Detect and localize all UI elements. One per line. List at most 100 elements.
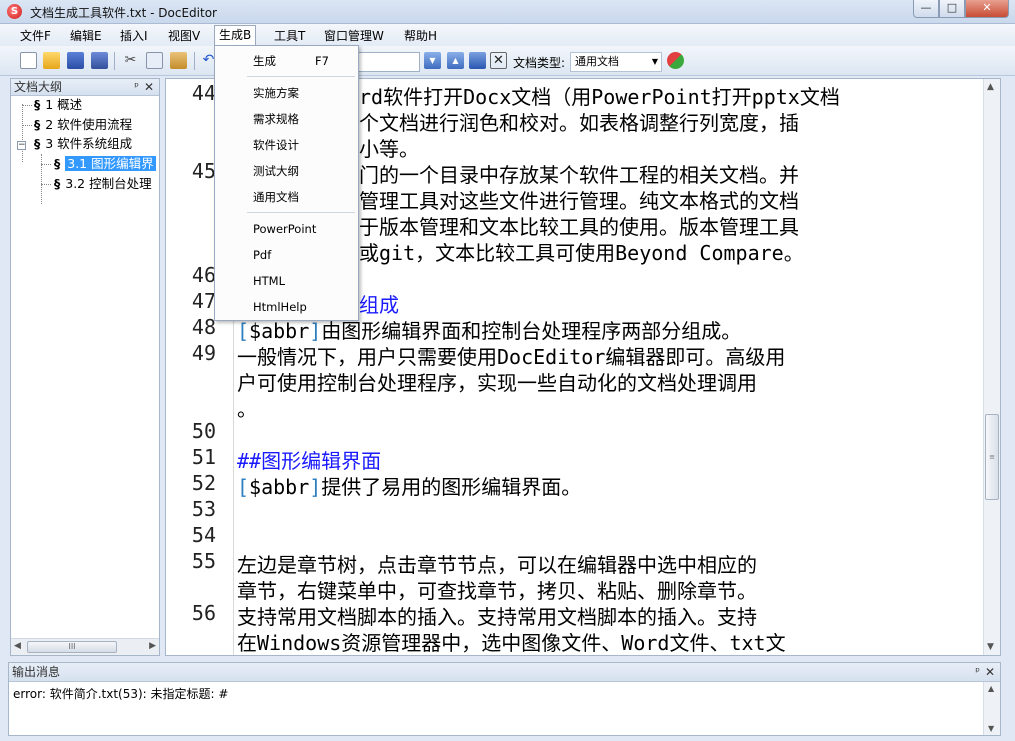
menu-tools[interactable]: 工具T	[270, 27, 309, 45]
scroll-thumb[interactable]: III	[27, 641, 117, 653]
menu-item-generate[interactable]: 生成 F7	[215, 50, 358, 72]
menu-item-general-doc[interactable]: 通用文档	[215, 186, 358, 208]
tree-item[interactable]: § 3 软件系统组成	[34, 135, 132, 153]
editor-vscrollbar[interactable]: ▲ ≡ ▼	[983, 79, 1000, 655]
close-button[interactable]: ✕	[965, 0, 1009, 18]
menu-window[interactable]: 窗口管理W	[320, 27, 388, 45]
save-all-icon[interactable]	[91, 52, 108, 69]
menu-help[interactable]: 帮助H	[400, 27, 441, 45]
editor-line[interactable]: 户可使用控制台处理程序，实现一些自动化的文档处理调用	[237, 367, 757, 396]
editor-line[interactable]: 小等。	[359, 133, 419, 162]
menu-item-test-outline[interactable]: 测试大纲	[215, 160, 358, 182]
edit-icon[interactable]	[469, 52, 486, 69]
refresh-icon[interactable]	[667, 52, 684, 69]
menu-item-pdf[interactable]: Pdf	[215, 244, 358, 266]
line-number: 53	[191, 497, 216, 521]
tree-item[interactable]: § 2 软件使用流程	[34, 116, 132, 134]
abbr-token: $abbr	[249, 475, 310, 499]
minimize-button[interactable]: —	[913, 0, 939, 18]
editor-line[interactable]: 组成	[359, 289, 399, 318]
editor-line[interactable]: 左边是章节树，点击章节节点，可以在编辑器中选中相应的	[237, 549, 757, 578]
editor-line[interactable]: rd软件打开Docx文档（用PowerPoint打开pptx文档	[359, 81, 840, 110]
find-next-icon[interactable]: ▲	[447, 52, 464, 69]
editor-line[interactable]: 一般情况下，用户只需要使用DocEditor编辑器即可。高级用	[237, 341, 785, 370]
editor-line[interactable]: 。	[237, 393, 257, 422]
menu-item-implementation-plan[interactable]: 实施方案	[215, 82, 358, 104]
editor-line[interactable]: 章节，右键菜单中，可查找章节，拷贝、粘贴、删除章节。	[237, 575, 757, 604]
save-icon[interactable]	[67, 52, 84, 69]
scroll-right-icon[interactable]: ▶	[149, 641, 156, 651]
line-number: 55	[191, 549, 216, 573]
outline-title: 文档大纲	[14, 80, 63, 94]
tree-item[interactable]: § 1 概述	[34, 96, 82, 114]
close-icon[interactable]: ✕	[144, 79, 154, 95]
editor-line[interactable]: 于版本管理和文本比较工具的使用。版本管理工具	[359, 211, 799, 240]
editor-line[interactable]: ##图形编辑界面	[237, 445, 381, 474]
section-icon: §	[54, 156, 61, 171]
pin-icon[interactable]: ᵖ	[975, 663, 980, 681]
menu-bar: 文件F 编辑E 插入I 视图V 工具T 窗口管理W 帮助H	[0, 24, 1015, 46]
output-header: 输出消息 ᵖ ✕	[9, 663, 1000, 682]
scroll-up-icon[interactable]: ▲	[988, 684, 994, 693]
menu-item-powerpoint[interactable]: PowerPoint	[215, 218, 358, 240]
clear-icon[interactable]: ✕	[490, 52, 507, 69]
scroll-thumb[interactable]: ≡	[985, 414, 999, 500]
section-icon: §	[34, 136, 41, 151]
editor-line[interactable]: [$abbr]提供了易用的图形编辑界面。	[237, 471, 581, 500]
menu-file[interactable]: 文件F	[16, 27, 55, 45]
editor-line[interactable]: 支持常用文档脚本的插入。支持常用文档脚本的插入。支持	[237, 601, 757, 630]
menu-edit[interactable]: 编辑E	[66, 27, 106, 45]
scroll-down-icon[interactable]: ▼	[987, 642, 994, 652]
scroll-up-icon[interactable]: ▲	[987, 82, 994, 92]
section-icon: §	[34, 117, 41, 132]
scroll-down-icon[interactable]: ▼	[988, 724, 994, 733]
new-file-icon[interactable]	[20, 52, 37, 69]
output-panel: 输出消息 ᵖ ✕ error: 软件简介.txt(53): 未指定标题: # ▲…	[8, 662, 1001, 736]
chevron-down-icon: ▼	[651, 57, 658, 66]
outline-panel: 文档大纲 ᵖ ✕ § 1 概述 § 2 软件使用流程 − § 3 软件系统组成 § 3.…	[10, 78, 160, 656]
paste-icon[interactable]	[170, 52, 187, 69]
toolbar: ✂ ↶ ▼ ▲ ✕	[0, 46, 1015, 76]
menu-insert[interactable]: 插入I	[116, 27, 152, 45]
maximize-button[interactable]: □	[939, 0, 965, 18]
outline-hscrollbar[interactable]: ◀ III ▶	[11, 638, 159, 655]
menu-item-requirements[interactable]: 需求规格	[215, 108, 358, 130]
output-message: error: 软件简介.txt(53): 未指定标题: #	[13, 687, 229, 701]
open-folder-icon[interactable]	[43, 52, 60, 69]
menu-generate[interactable]: 生成B	[214, 25, 257, 46]
tree-item[interactable]: § 3.2 控制台处理	[54, 175, 152, 193]
find-prev-icon[interactable]: ▼	[424, 52, 441, 69]
app-icon: S	[7, 4, 22, 19]
tree-item-selected[interactable]: § 3.1 图形编辑界	[54, 155, 156, 173]
line-number: 49	[191, 341, 216, 365]
editor-line[interactable]: 管理工具对这些文件进行管理。纯文本格式的文档	[359, 185, 799, 214]
editor-line[interactable]: 或git，文本比较工具可使用Beyond Compare。	[359, 237, 804, 266]
generate-menu: 生成 F7 实施方案 需求规格 软件设计 测试大纲 通用文档 PowerPoint…	[214, 45, 359, 321]
cut-icon[interactable]: ✂	[122, 52, 139, 69]
line-number: 50	[191, 419, 216, 443]
scroll-left-icon[interactable]: ◀	[14, 641, 21, 651]
line-number: 44	[191, 81, 216, 105]
abbr-token: $abbr	[249, 319, 310, 343]
editor-line[interactable]: 在Windows资源管理器中，选中图像文件、Word文件、txt文	[237, 627, 786, 655]
line-number: 51	[191, 445, 216, 469]
line-number: 52	[191, 471, 216, 495]
doc-type-value: 通用文档	[575, 55, 619, 68]
doc-type-select[interactable]: 通用文档 ▼	[570, 52, 662, 72]
window-controls: — □ ✕	[913, 0, 1009, 18]
menu-item-software-design[interactable]: 软件设计	[215, 134, 358, 156]
close-icon[interactable]: ✕	[985, 663, 995, 681]
search-input[interactable]	[358, 52, 420, 72]
menu-view[interactable]: 视图V	[164, 27, 204, 45]
editor-line[interactable]: 个文档进行润色和校对。如表格调整行列宽度，插	[359, 107, 799, 136]
menu-item-html[interactable]: HTML	[215, 270, 358, 292]
editor-line[interactable]: 门的一个目录中存放某个软件工程的相关文档。并	[359, 159, 799, 188]
menu-item-htmlhelp[interactable]: HtmlHelp	[215, 296, 358, 318]
collapse-icon[interactable]: −	[17, 141, 26, 150]
line-number: 46	[191, 263, 216, 287]
output-title: 输出消息	[12, 665, 61, 679]
output-vscrollbar[interactable]: ▲ ▼	[983, 682, 1000, 735]
copy-icon[interactable]	[146, 52, 163, 69]
title-bar: S 文档生成工具软件.txt - DocEditor — □ ✕	[0, 0, 1015, 24]
pin-icon[interactable]: ᵖ	[134, 79, 139, 95]
